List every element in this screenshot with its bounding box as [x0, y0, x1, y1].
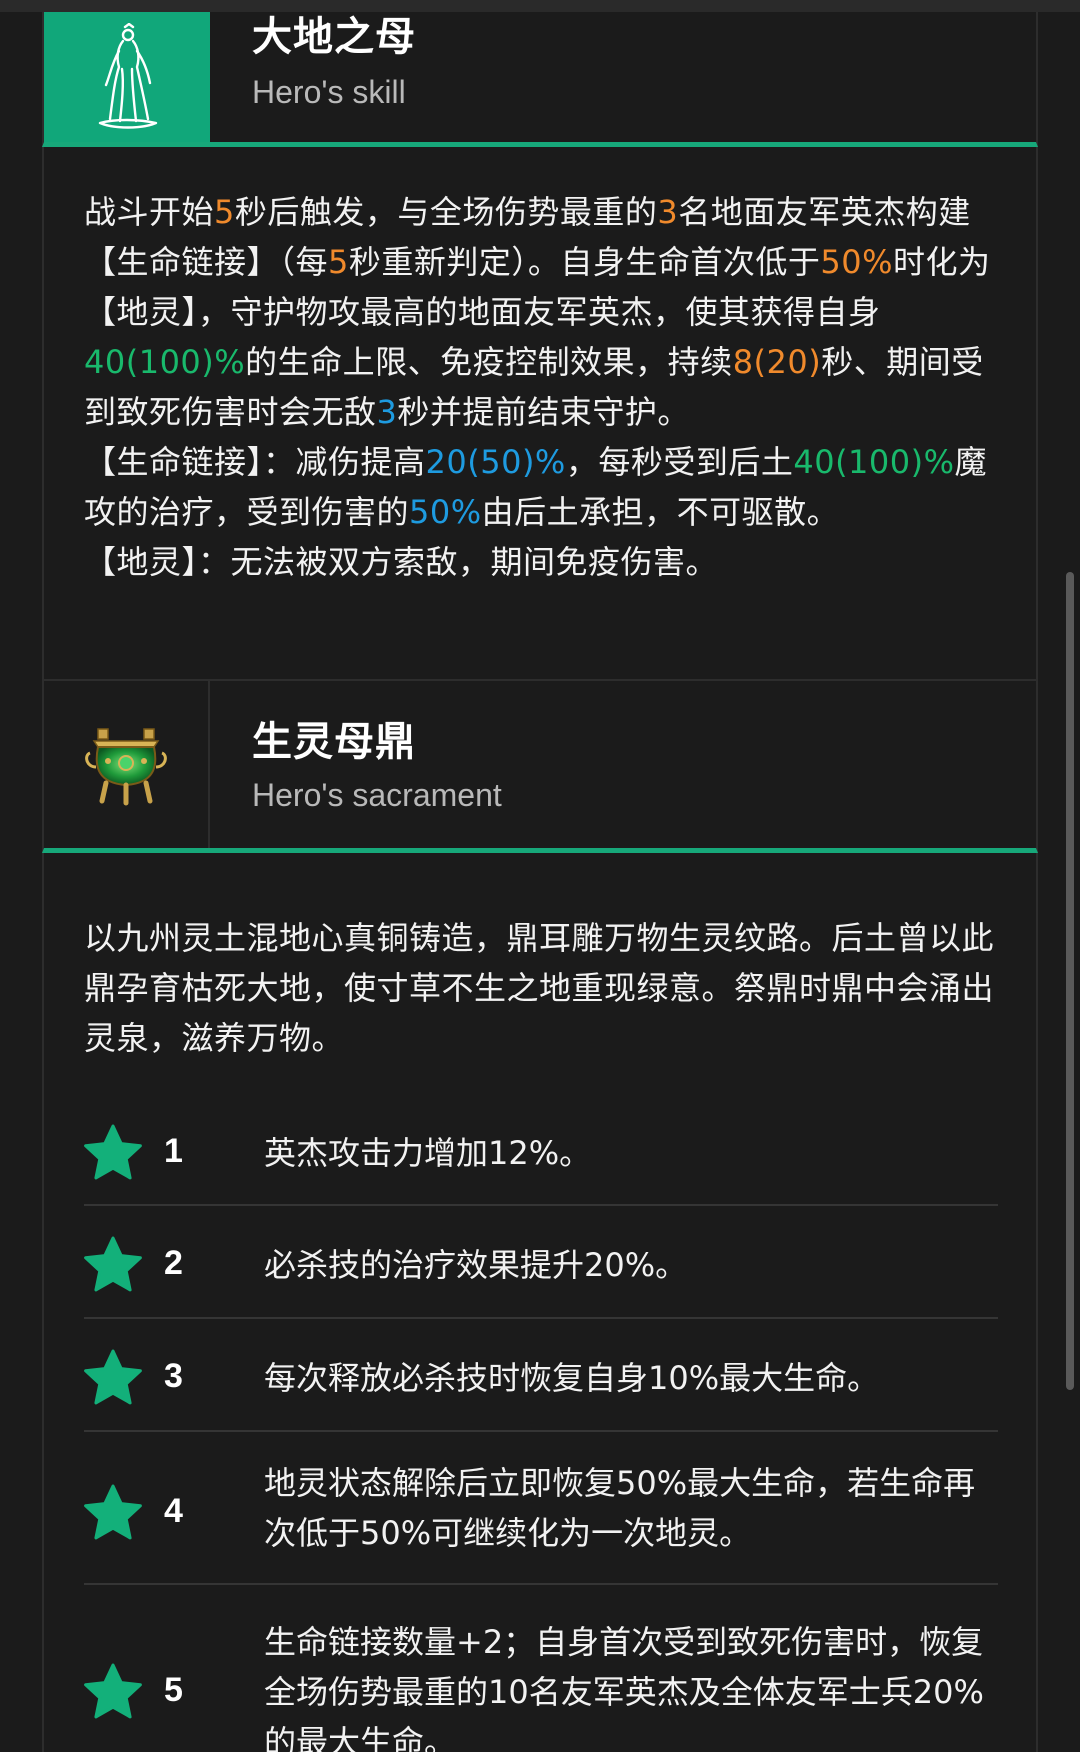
star-level: 4 [164, 1492, 183, 1530]
highlight-value: 5 [214, 193, 235, 231]
scrollbar[interactable] [1066, 572, 1074, 1390]
description-text: 由后土承担，不可驱散。 [481, 493, 840, 531]
description-text: 【生命链接】：减伤提高 [84, 443, 426, 481]
description-text: 秒重新判定）。自身生命首次低于 [348, 243, 821, 281]
description-text: 秒后触发，与全场伤势最重的 [234, 193, 658, 231]
star-level: 3 [164, 1357, 183, 1395]
star-icon [84, 1349, 142, 1405]
sacrament-title: 生灵母鼎 [252, 719, 416, 765]
highlight-value: 40(100)% [84, 343, 246, 381]
star-row: 5 生命链接数量+2；自身首次受到致死伤害时，恢复全场伤势最重的10名友军英杰及… [84, 1585, 998, 1752]
sacrament-subtitle: Hero's sacrament [252, 777, 502, 813]
star-icon [84, 1124, 142, 1180]
star-row: 2 必杀技的治疗效果提升20%。 [84, 1206, 998, 1319]
star-row: 3 每次释放必杀技时恢复自身10%最大生命。 [84, 1319, 998, 1432]
star-effect: 英杰攻击力增加12%。 [264, 1134, 592, 1172]
highlight-value: 20(50)% [425, 443, 566, 481]
highlight-value: 3 [376, 393, 398, 431]
top-bar [0, 0, 1080, 12]
highlight-value: 40(100)% [793, 443, 955, 481]
skill-subtitle: Hero's skill [252, 74, 406, 110]
star-effect: 生命链接数量+2；自身首次受到致死伤害时，恢复全场伤势最重的10名友军英杰及全体… [264, 1623, 984, 1752]
skill-title: 大地之母 [252, 14, 416, 60]
star-level: 2 [164, 1244, 183, 1282]
highlight-value: 3 [657, 193, 679, 231]
star-icon [84, 1484, 142, 1540]
goddess-figure-icon [44, 12, 210, 142]
hero-detail-page: 大地之母 Hero's skill 战斗开始5秒后触发，与全场伤势最重的3名地面… [0, 0, 1080, 1752]
skill-description: 战斗开始5秒后触发，与全场伤势最重的3名地面友军英杰构建【生命链接】（每5秒重新… [84, 187, 1004, 587]
star-level: 5 [164, 1671, 183, 1709]
description-text: 战斗开始 [84, 193, 215, 231]
highlight-value: 50% [409, 493, 482, 531]
star-level: 1 [164, 1132, 183, 1170]
bronze-cauldron-icon [44, 681, 210, 848]
description-text: ，每秒受到后土 [565, 443, 794, 481]
star-effect: 地灵状态解除后立即恢复50%最大生命，若生命再次低于50%可继续化为一次地灵。 [264, 1464, 976, 1552]
star-icon [84, 1236, 142, 1292]
skill-header: 大地之母 Hero's skill [42, 12, 1038, 147]
highlight-value: 8(20) [732, 343, 822, 381]
star-effect: 必杀技的治疗效果提升20%。 [264, 1246, 688, 1284]
highlight-value: 5 [328, 243, 349, 281]
description-text: 【地灵】：无法被双方索敌，期间免疫伤害。 [84, 543, 719, 581]
sacrament-description: 以九州灵土混地心真铜铸造，鼎耳雕万物生灵纹路。后土曾以此鼎孕育枯死大地，使寸草不… [84, 919, 995, 1057]
highlight-value: 50% [820, 243, 894, 281]
star-effect: 每次释放必杀技时恢复自身10%最大生命。 [264, 1359, 880, 1397]
sacrament-header: 生灵母鼎 Hero's sacrament [42, 681, 1038, 853]
star-row: 1 英杰攻击力增加12%。 [84, 1100, 998, 1206]
description-text: 秒并提前结束守护。 [397, 393, 690, 431]
star-icon [84, 1663, 142, 1719]
description-text: 的生命上限、免疫控制效果，持续 [245, 343, 733, 381]
star-row: 4 地灵状态解除后立即恢复50%最大生命，若生命再次低于50%可继续化为一次地灵… [84, 1432, 998, 1585]
